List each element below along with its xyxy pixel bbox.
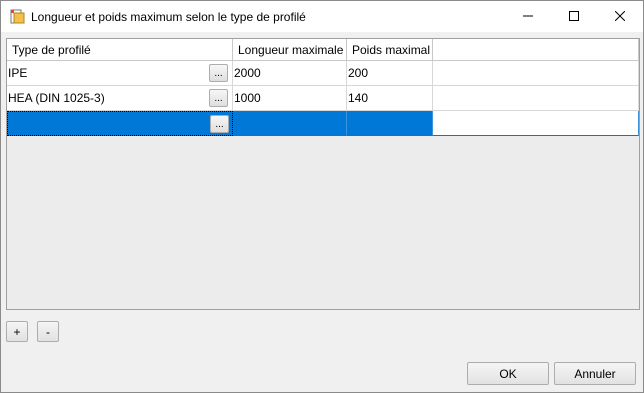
minimize-icon xyxy=(523,15,533,17)
title-bar[interactable]: Longueur et poids maximum selon le type … xyxy=(1,1,643,32)
table-row[interactable]: HEA (DIN 1025-3) ... 1000 140 xyxy=(7,86,639,111)
table-row[interactable]: IPE ... 2000 200 xyxy=(7,61,639,86)
add-row-button[interactable]: + xyxy=(6,321,28,342)
minimize-button[interactable] xyxy=(505,1,551,32)
header-filler xyxy=(433,39,639,61)
cell-filler xyxy=(433,111,639,136)
cancel-button[interactable]: Annuler xyxy=(554,362,636,385)
header-poids-maximal[interactable]: Poids maximal xyxy=(347,39,433,61)
profile-grid[interactable]: Type de profilé Longueur maximale Poids … xyxy=(6,38,640,310)
dialog-window: Longueur et poids maximum selon le type … xyxy=(0,0,644,393)
ok-button[interactable]: OK xyxy=(467,362,549,385)
header-type-de-profile[interactable]: Type de profilé xyxy=(7,39,233,61)
cell-length[interactable]: 1000 xyxy=(233,86,347,111)
cell-type[interactable]: IPE ... xyxy=(7,61,233,86)
cell-length[interactable]: 2000 xyxy=(233,61,347,86)
app-icon xyxy=(10,9,25,24)
cell-weight[interactable] xyxy=(347,111,433,136)
cell-filler xyxy=(433,61,639,86)
window-title: Longueur et poids maximum selon le type … xyxy=(31,10,306,24)
cell-weight[interactable]: 140 xyxy=(347,86,433,111)
maximize-button[interactable] xyxy=(551,1,597,32)
close-button[interactable] xyxy=(597,1,643,32)
cell-filler xyxy=(433,86,639,111)
table-row-selected[interactable]: ... xyxy=(7,111,639,136)
cell-weight[interactable]: 200 xyxy=(347,61,433,86)
remove-row-button[interactable]: - xyxy=(37,321,59,342)
browse-profile-button[interactable]: ... xyxy=(209,64,228,82)
cell-type[interactable]: ... xyxy=(7,111,233,136)
header-longueur-maximale[interactable]: Longueur maximale xyxy=(233,39,347,61)
browse-profile-button[interactable]: ... xyxy=(210,115,229,133)
maximize-icon xyxy=(569,11,579,21)
cell-type[interactable]: HEA (DIN 1025-3) ... xyxy=(7,86,233,111)
close-icon xyxy=(615,11,625,21)
browse-profile-button[interactable]: ... xyxy=(209,89,228,107)
cell-length[interactable] xyxy=(233,111,347,136)
